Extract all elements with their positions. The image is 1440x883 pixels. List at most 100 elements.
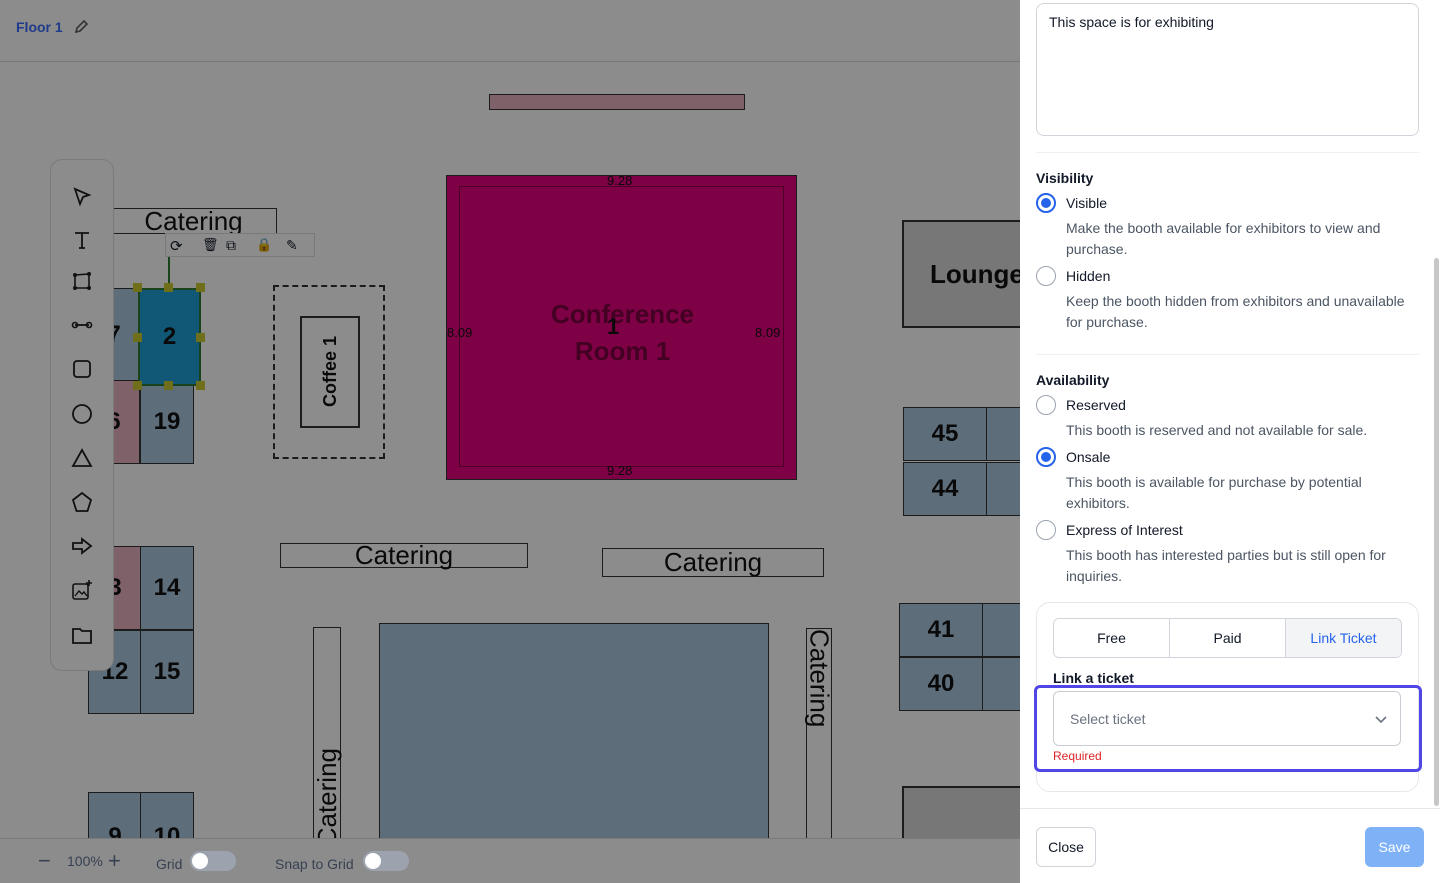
shape-action-bar: ⟳ 🗑 ⧉ 🔒 ✎ [165,233,315,257]
availability-title: Availability [1036,372,1110,388]
close-button[interactable]: Close [1036,827,1096,867]
hidden-label[interactable]: Hidden [1066,268,1110,284]
booth-41[interactable]: 41 [899,603,983,657]
booth-right-c[interactable] [982,603,1020,657]
grid-label: Grid [156,856,183,872]
snap-toggle[interactable] [363,851,409,871]
ticket-select-placeholder: Select ticket [1070,711,1146,727]
line-icon[interactable] [67,310,97,340]
booth-45[interactable]: 45 [903,407,987,461]
visible-description: Make the booth available for exhibitors … [1066,220,1381,257]
snap-label: Snap to Grid [275,856,354,872]
pricing-card: Free Paid Link Ticket Link a ticket Sele… [1034,602,1422,792]
link-ticket-label: Link a ticket [1053,670,1134,686]
express-interest-description: This booth has interested parties but is… [1066,547,1386,584]
booth-14[interactable]: 14 [140,546,194,630]
booth-40[interactable]: 40 [899,657,983,711]
drawing-toolbar [50,159,114,671]
booth-19[interactable]: 19 [140,380,194,464]
hidden-description: Keep the booth hidden from exhibitors an… [1066,293,1405,330]
add-image-icon[interactable] [67,575,97,605]
tab-free[interactable]: Free [1054,619,1170,657]
conference-room[interactable]: Conference Room 1 1 9.28 9.28 8.09 8.09 [446,173,797,480]
lock-icon[interactable]: 🔒 [256,237,272,253]
folder-icon[interactable] [67,620,97,650]
required-error: Required [1053,749,1102,763]
resize-handle[interactable] [196,381,205,390]
booth-right-d[interactable] [982,657,1020,711]
square-icon[interactable] [67,354,97,384]
tab-link-ticket[interactable]: Link Ticket [1286,619,1401,657]
reserved-radio[interactable] [1036,395,1056,415]
save-button[interactable]: Save [1365,827,1424,867]
catering-label: Catering [354,540,454,570]
floor-title[interactable]: Floor 1 [16,19,63,35]
express-interest-radio[interactable] [1036,520,1056,540]
catering-area: Catering [110,206,277,236]
panel-scrollbar[interactable] [1434,258,1439,806]
catering-label: Catering [804,629,835,728]
canvas-bottom-bar: − 100% + Grid Snap to Grid [0,838,1020,883]
dimension-left: 8.09 [447,325,473,340]
floor-canvas[interactable]: Catering 7 6 19 2 ⟳ 🗑 ⧉ 🔒 ✎ Coffee 1 Con [0,0,1020,883]
catering-area: Catering [280,540,528,570]
dimension-bottom: 9.28 [607,463,633,478]
booth-right-a[interactable] [986,407,1020,461]
hidden-radio[interactable] [1036,266,1056,286]
description-textarea[interactable]: This space is for exhibiting [1036,3,1419,136]
zoom-out-icon[interactable]: − [38,848,51,874]
resize-handle[interactable] [133,381,142,390]
dimension-right: 8.09 [755,325,781,340]
onsale-label[interactable]: Onsale [1066,449,1110,465]
delete-icon[interactable]: 🗑 [202,237,219,253]
booth-15[interactable]: 15 [140,630,194,714]
booth-44[interactable]: 44 [903,462,987,516]
pentagon-icon[interactable] [67,487,97,517]
catering-vertical: Catering [804,628,835,848]
hall-area [379,623,769,843]
express-interest-label[interactable]: Express of Interest [1066,522,1183,538]
resize-handle[interactable] [196,283,205,292]
resize-handle[interactable] [164,381,173,390]
tab-paid[interactable]: Paid [1170,619,1286,657]
visibility-title: Visibility [1036,170,1094,186]
pencil-icon[interactable] [74,19,90,35]
catering-label: Catering [663,547,763,577]
visible-label[interactable]: Visible [1066,195,1107,211]
zoom-in-icon[interactable]: + [108,848,121,874]
dimension-top: 9.28 [607,173,633,188]
visible-radio[interactable] [1036,193,1056,213]
lounge-bottom [902,786,1020,846]
onsale-description: This booth is available for purchase by … [1066,474,1362,511]
conference-number: 1 [607,314,620,339]
ticket-select[interactable]: Select ticket [1053,691,1401,746]
circle-icon[interactable] [67,399,97,429]
pricing-tabs: Free Paid Link Ticket [1053,618,1402,658]
rotate-icon[interactable]: ⟳ [170,237,183,255]
reserved-label[interactable]: Reserved [1066,397,1126,413]
edit-icon[interactable]: ✎ [286,237,298,254]
resize-handle[interactable] [133,283,142,292]
top-booth-strip [489,94,745,110]
onsale-radio[interactable] [1036,447,1056,467]
conference-title: Conference Room 1 [550,299,695,366]
divider [1036,152,1419,153]
resize-handle[interactable] [196,333,205,342]
catering-vertical: Catering [312,627,342,847]
divider [1036,354,1419,355]
arrow-icon[interactable] [67,531,97,561]
coffee-label: Coffee 1 [319,336,340,408]
cursor-icon[interactable] [67,182,97,212]
grid-toggle[interactable] [190,851,236,871]
booth-settings-panel: This space is for exhibiting Visibility … [1020,0,1440,883]
panel-footer: Close Save [1020,808,1440,883]
triangle-icon[interactable] [67,443,97,473]
resize-handle[interactable] [164,283,173,292]
polygon-icon[interactable] [67,266,97,296]
duplicate-icon[interactable]: ⧉ [226,237,236,254]
text-icon[interactable] [67,225,97,255]
catering-area: Catering [602,547,824,577]
resize-handle[interactable] [133,333,142,342]
booth-2-selected[interactable]: 2 [138,288,201,386]
booth-right-b[interactable] [986,462,1020,516]
